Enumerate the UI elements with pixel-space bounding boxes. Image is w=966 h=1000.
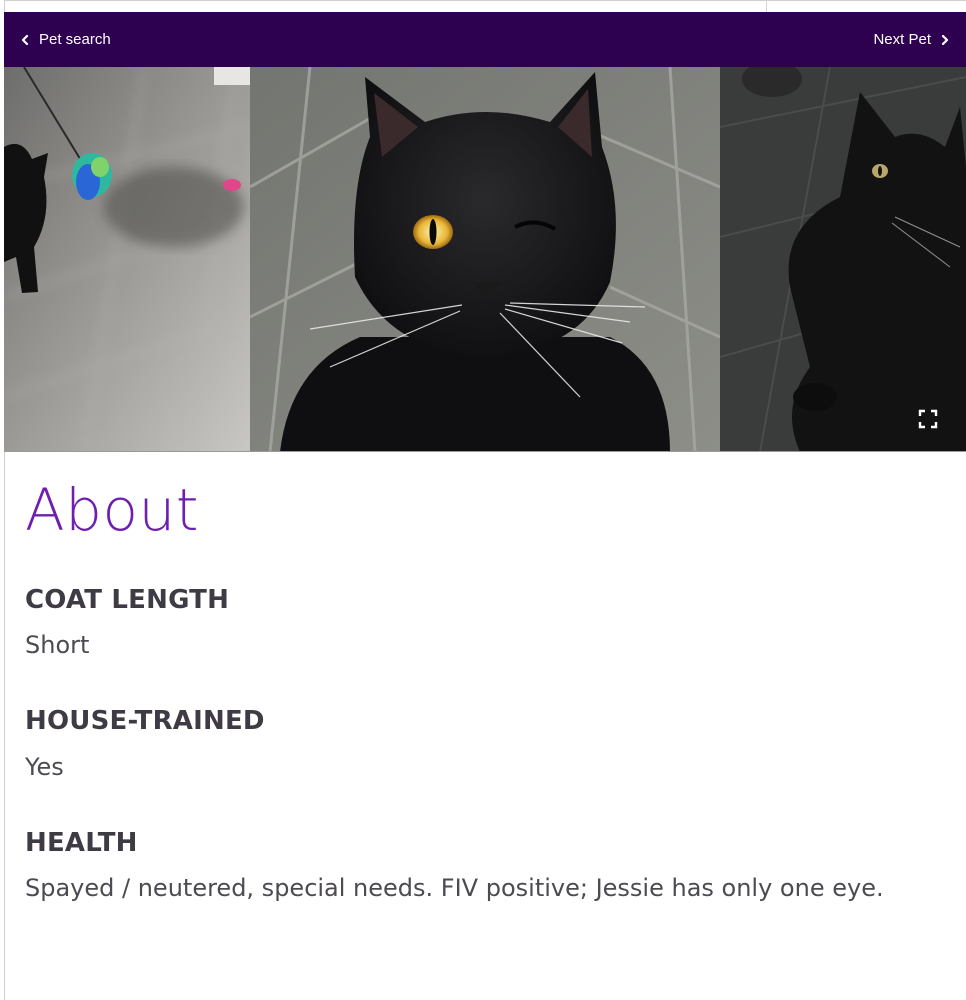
chevron-left-icon bbox=[21, 34, 29, 45]
fact-coat-length: COAT LENGTH Short bbox=[25, 584, 960, 662]
pet-photo-next[interactable] bbox=[720, 67, 966, 451]
fact-value: Spayed / neutered, special needs. FIV po… bbox=[25, 874, 884, 903]
next-pet-link[interactable]: Next Pet bbox=[873, 12, 950, 67]
about-section: About COAT LENGTH Short HOUSE-TRAINED Ye… bbox=[25, 470, 960, 949]
fact-label: HOUSE-TRAINED bbox=[25, 706, 265, 737]
photo-gallery[interactable] bbox=[4, 67, 966, 452]
fullscreen-button[interactable] bbox=[918, 409, 938, 429]
about-heading: About bbox=[25, 476, 199, 544]
fact-value: Yes bbox=[25, 752, 64, 781]
fact-health: HEALTH Spayed / neutered, special needs.… bbox=[25, 827, 960, 905]
chevron-right-icon bbox=[941, 34, 949, 45]
fact-label: HEALTH bbox=[25, 827, 138, 858]
pet-photo-main[interactable] bbox=[250, 67, 720, 451]
pet-facts: COAT LENGTH Short HOUSE-TRAINED Yes HEAL… bbox=[25, 584, 960, 905]
fact-label: COAT LENGTH bbox=[25, 584, 230, 615]
fact-value: Short bbox=[25, 631, 90, 660]
divider bbox=[766, 0, 767, 12]
pet-nav-bar: Pet search Next Pet bbox=[4, 12, 966, 67]
next-pet-label: Next Pet bbox=[873, 31, 931, 48]
pet-search-link[interactable]: Pet search bbox=[20, 12, 111, 67]
pet-search-label: Pet search bbox=[39, 31, 111, 48]
pet-photo-previous[interactable] bbox=[4, 67, 250, 451]
fact-house-trained: HOUSE-TRAINED Yes bbox=[25, 705, 960, 783]
fullscreen-icon bbox=[918, 409, 938, 429]
